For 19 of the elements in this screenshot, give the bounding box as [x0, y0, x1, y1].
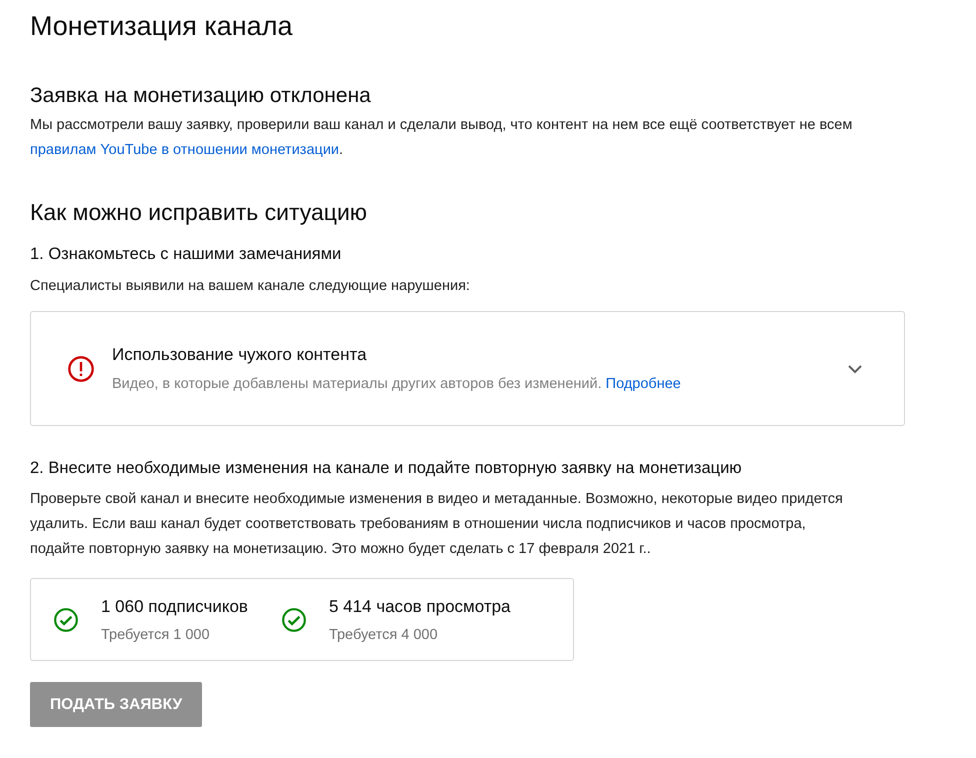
error-icon: [67, 354, 95, 382]
step-text: Проверьте свой канал и внесите необходимые изменения в видео и метаданные. Возможно, некоторые видео придется удалить. Если ваш канал будет соответствовать требованиям в отношении числа подписчиков и часов просмотра, подайте повторную заявку на монетизацию. Это можно будет сделать с 17 февраля 2021 г..: [30, 490, 844, 559]
section-heading: Заявка на монетизацию отклонена: [30, 83, 371, 109]
chevron-down-icon[interactable]: [846, 362, 864, 374]
policy-link[interactable]: правилам YouTube в отношении монетизации: [30, 142, 340, 158]
violation-title: Использование чужого контента: [112, 344, 367, 366]
requirement-note: Требуется 1 000: [101, 626, 210, 644]
step-heading: 1. Ознакомьтесь с нашими замечаниями: [30, 244, 342, 265]
violation-card[interactable]: Использование чужого контента Видео, в которые добавлены материалы других авторов без изменений. Подробнее: [30, 311, 905, 426]
requirement-value: 5 414 часов просмотра: [328, 596, 511, 618]
page-title: Монетизация канала: [30, 10, 292, 43]
step-text: Специалисты выявили на вашем канале следующие нарушения:: [30, 277, 470, 296]
violation-description: Видео, в которые добавлены материалы других авторов без изменений. Подробнее: [112, 374, 681, 394]
section-heading: Как можно исправить ситуацию: [30, 198, 368, 227]
step-heading: 2. Внесите необходимые изменения на канале и подайте повторную заявку на монетизацию: [30, 458, 742, 479]
status-text: Мы рассмотрели вашу заявку, проверили ваш канал и сделали вывод, что контент на нем все ещё соответствует не всем правилам YouTube в отношении монетизации.: [30, 116, 854, 160]
requirement-value: 1 060 подписчиков: [101, 596, 248, 618]
details-link[interactable]: Подробнее: [606, 376, 681, 392]
requirement-note: Требуется 4 000: [328, 626, 438, 644]
